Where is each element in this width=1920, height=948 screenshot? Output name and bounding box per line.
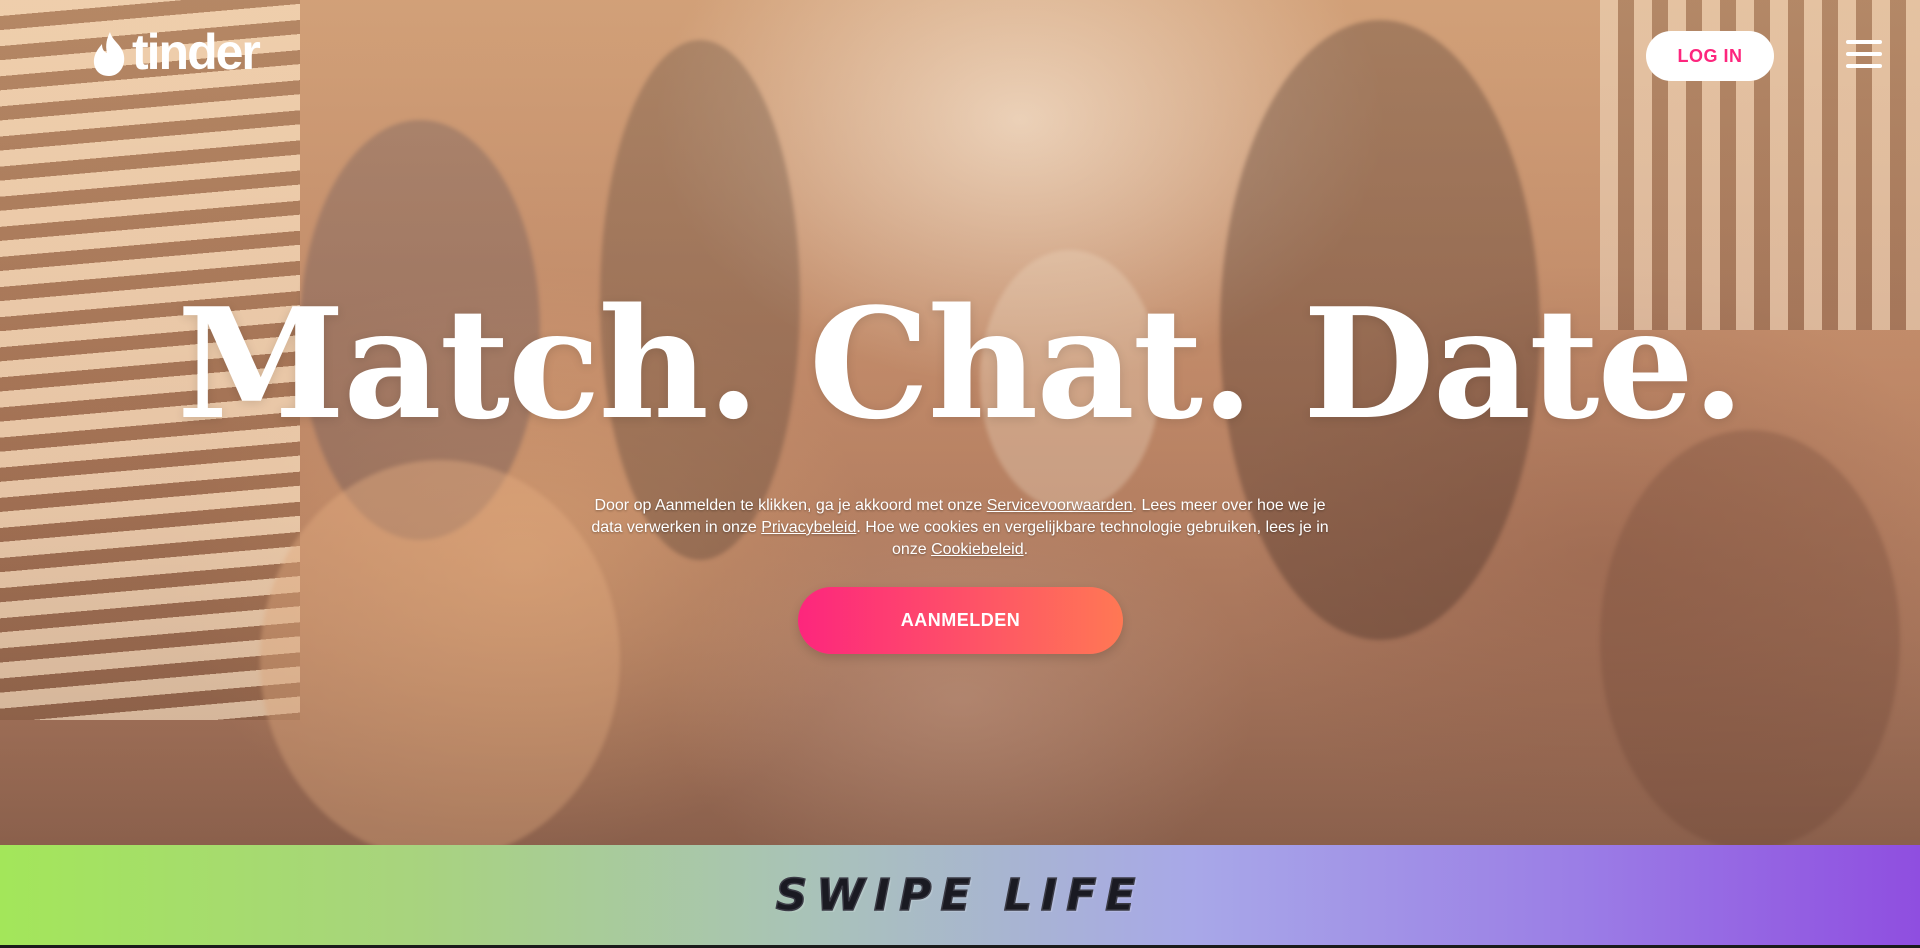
cookie-policy-link[interactable]: Cookiebeleid (931, 541, 1024, 558)
legal-notice: Door op Aanmelden te klikken, ga je akko… (580, 495, 1340, 561)
login-button[interactable]: LOG IN (1646, 31, 1774, 81)
tinder-logo[interactable]: tinder (90, 24, 261, 80)
menu-line (1846, 64, 1882, 68)
legal-text: Door op Aanmelden te klikken, ga je akko… (594, 497, 987, 514)
privacy-link[interactable]: Privacybeleid (761, 519, 856, 536)
page-headline: Match. Chat. Date. (176, 274, 1745, 453)
signup-button[interactable]: AANMELDEN (798, 587, 1123, 654)
terms-link[interactable]: Servicevoorwaarden (987, 497, 1133, 514)
legal-text: . Hoe we cookies en vergelijkbare techno… (856, 519, 1329, 558)
menu-line (1846, 40, 1882, 44)
flame-icon (93, 32, 125, 76)
hamburger-menu-icon[interactable] (1845, 40, 1883, 74)
banner-title: SWIPE LIFE (775, 869, 1145, 922)
legal-text: . (1023, 541, 1029, 558)
menu-line (1846, 52, 1882, 56)
page: tinder LOG IN Match. Chat. Date. Door op… (0, 0, 1920, 948)
logo-wordmark: tinder (132, 24, 261, 80)
swipe-life-banner[interactable]: SWIPE LIFE (0, 845, 1920, 945)
